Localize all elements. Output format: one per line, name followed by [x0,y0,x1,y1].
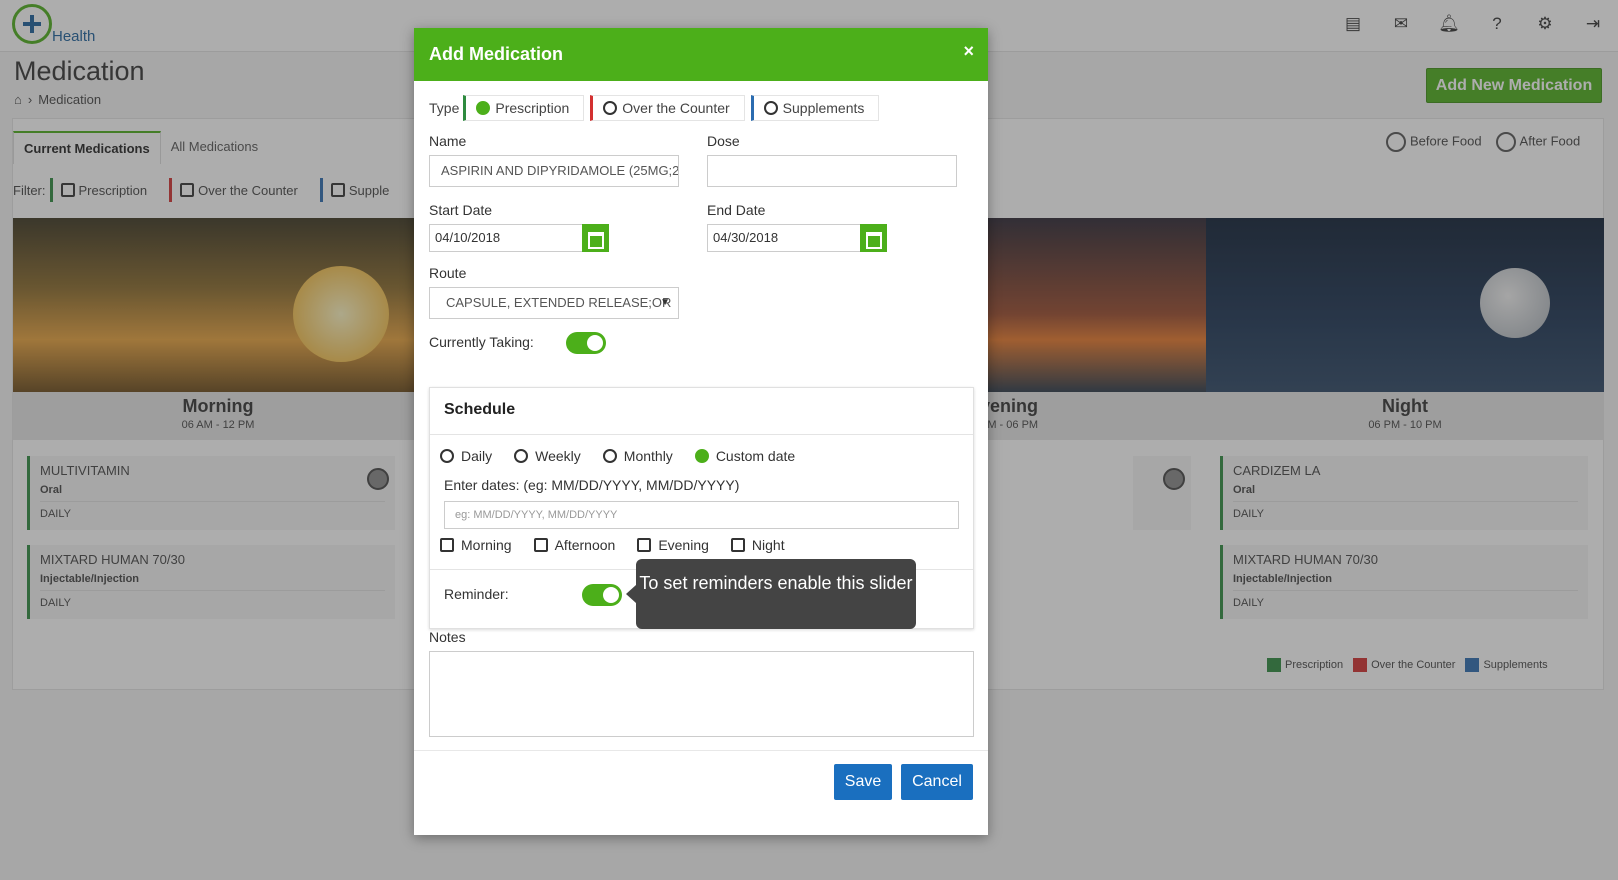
schedule-header: Schedule [430,388,973,435]
checkbox-icon[interactable] [637,538,652,552]
currently-taking-label: Currently Taking: [429,334,534,350]
frequency-options: Daily Weekly Monthly Custom date [440,448,795,464]
custom-dates-input[interactable]: eg: MM/DD/YYYY, MM/DD/YYYY [444,501,959,529]
radio-icon[interactable] [514,449,529,463]
time-evening[interactable]: Evening [637,537,709,553]
name-label: Name [429,133,467,149]
type-option-label: Prescription [495,100,570,116]
time-label: Night [751,537,785,553]
time-night[interactable]: Night [730,537,785,553]
freq-daily[interactable]: Daily [440,448,492,464]
radio-selected-icon[interactable] [476,101,491,115]
checkbox-icon[interactable] [440,538,454,552]
freq-monthly[interactable]: Monthly [602,448,673,464]
dose-input[interactable] [707,155,957,187]
end-date-label: End Date [707,202,766,218]
calendar-icon[interactable] [582,224,609,252]
radio-selected-icon[interactable] [694,449,709,463]
freq-label: Daily [461,448,493,464]
end-date-input[interactable]: 04/30/2018 [707,224,861,252]
time-label: Morning [461,537,512,553]
close-icon[interactable]: × [963,41,974,62]
time-of-day-options: Morning Afternoon Evening Night [440,537,785,553]
checkbox-icon[interactable] [533,538,548,552]
cancel-button[interactable]: Cancel [901,764,973,800]
calendar-icon[interactable] [860,224,887,252]
time-afternoon[interactable]: Afternoon [533,537,616,553]
radio-icon[interactable] [763,101,778,115]
checkbox-icon[interactable] [730,538,745,552]
dates-label: Enter dates: (eg: MM/DD/YYYY, MM/DD/YYYY… [444,477,740,493]
route-select[interactable]: CAPSULE, EXTENDED RELEASE;OR ▼ [429,287,679,319]
start-date-label: Start Date [429,202,493,218]
reminder-toggle[interactable] [582,584,622,606]
type-supplements[interactable]: Supplements [750,95,880,121]
freq-weekly[interactable]: Weekly [514,448,581,464]
type-row: Type Prescription Over the Counter Suppl… [429,95,885,121]
reminder-tooltip: To set reminders enable this slider [626,559,916,629]
modal-title: Add Medication [429,44,563,64]
radio-icon[interactable] [602,449,617,463]
notes-textarea[interactable] [429,651,974,737]
modal-footer-divider [414,750,988,751]
start-date-input[interactable]: 04/10/2018 [429,224,583,252]
name-input[interactable]: ASPIRIN AND DIPYRIDAMOLE (25MG;2 [429,155,679,187]
type-prescription[interactable]: Prescription [463,95,585,121]
freq-label: Monthly [623,448,673,464]
time-label: Evening [658,537,709,553]
type-label: Type [429,100,460,116]
freq-label: Weekly [535,448,581,464]
route-label: Route [429,265,467,281]
time-label: Afternoon [554,537,616,553]
route-selected-value: CAPSULE, EXTENDED RELEASE;OR [446,295,672,310]
freq-custom-date[interactable]: Custom date [694,448,796,464]
type-option-label: Over the Counter [622,100,730,116]
dropdown-arrow-icon: ▼ [660,297,670,308]
add-medication-modal: Add Medication × Type Prescription Over … [414,28,988,835]
radio-icon[interactable] [603,101,618,115]
time-morning[interactable]: Morning [440,537,512,553]
freq-label: Custom date [715,448,796,464]
type-otc[interactable]: Over the Counter [590,95,745,121]
save-button[interactable]: Save [834,764,892,800]
radio-icon[interactable] [440,449,454,463]
currently-taking-toggle[interactable] [566,332,606,354]
modal-header: Add Medication × [414,28,988,81]
notes-label: Notes [429,629,466,645]
schedule-title: Schedule [444,401,516,418]
dose-label: Dose [707,133,740,149]
reminder-label: Reminder: [444,586,509,602]
type-option-label: Supplements [782,100,865,116]
